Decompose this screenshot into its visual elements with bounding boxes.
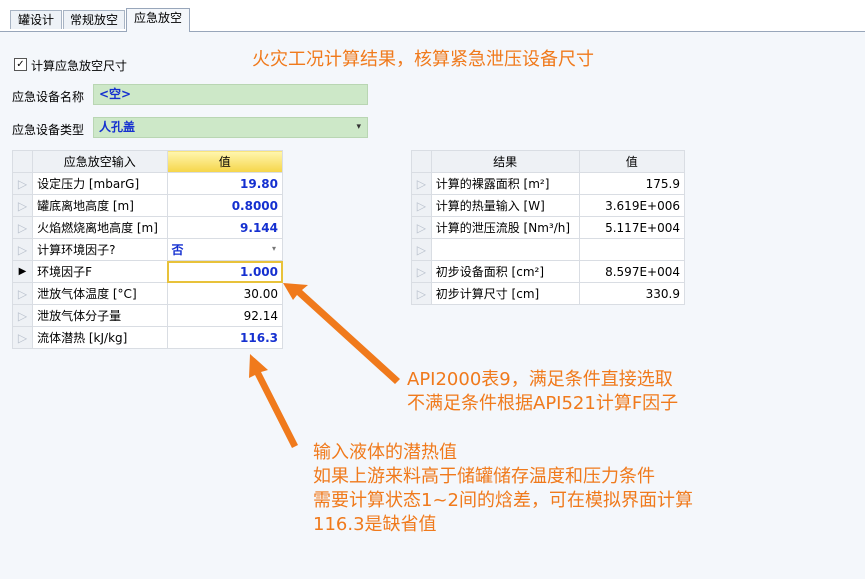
- arrow-to-env-factor: [283, 283, 400, 384]
- annotation-arrows: [249, 283, 400, 448]
- arrow-to-latent-heat: [249, 354, 298, 448]
- tab-emergency-venting[interactable]: 应急放空: [126, 8, 190, 32]
